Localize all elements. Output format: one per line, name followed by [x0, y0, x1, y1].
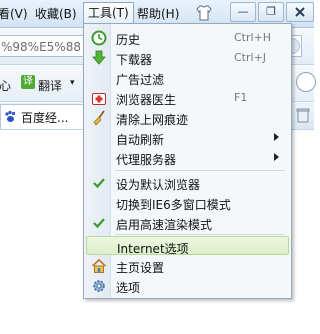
toolbar-round-button[interactable]	[296, 72, 316, 92]
menu-label: 清除上网痕迹	[116, 113, 189, 127]
menu-label: 设为默认浏览器	[116, 178, 201, 192]
menu-label: 历史	[116, 33, 141, 47]
minimize-button[interactable]: —	[230, 2, 256, 22]
menu-item-options[interactable]: 选项	[86, 276, 289, 295]
menu-item-doctor[interactable]: 浏览器医生 F1	[86, 88, 289, 107]
house-icon	[91, 258, 107, 273]
menu-item-fast-render[interactable]: 启用高速渲染模式	[86, 213, 289, 232]
menu-label: 下载器	[116, 53, 153, 67]
menu-shortcut: Ctrl+J	[234, 51, 267, 64]
checkmark-icon	[93, 178, 105, 189]
menu-label: 切换到IE6多窗口模式	[116, 198, 231, 212]
menu-view[interactable]: 看(V)	[0, 6, 28, 22]
menu-item-set-default[interactable]: 设为默认浏览器	[86, 173, 289, 192]
tab-title: 百度经...	[21, 111, 69, 125]
address-text: %98%E5%88	[1, 40, 81, 54]
menu-help[interactable]: 帮助(H)	[137, 6, 179, 22]
gear-icon	[93, 280, 105, 292]
menu-item-clear-history[interactable]: 清除上网痕迹	[86, 108, 289, 127]
trash-icon[interactable]	[294, 106, 312, 124]
download-arrow-icon	[92, 50, 106, 65]
menu-item-history[interactable]: 历史 Ctrl+H	[86, 28, 289, 47]
menu-label: 浏览器医生	[116, 93, 177, 107]
close-icon	[295, 7, 305, 17]
menu-item-downloads[interactable]: 下载器 Ctrl+J	[86, 48, 289, 67]
clock-icon	[91, 30, 107, 46]
menu-tools[interactable]: 工具(T)	[83, 2, 134, 24]
menu-label: 广告过滤	[116, 73, 165, 87]
tshirt-icon[interactable]	[195, 4, 213, 22]
broom-icon	[93, 110, 105, 126]
menu-label: 启用高速渲染模式	[116, 218, 213, 232]
menu-item-adfilter[interactable]: 广告过滤	[86, 68, 289, 87]
menu-label: 主页设置	[116, 261, 165, 275]
baidu-paw-icon	[5, 110, 16, 122]
menu-shortcut: Ctrl+H	[234, 31, 272, 44]
menu-label: 代理服务器	[116, 153, 177, 167]
menu-item-ie6-mode[interactable]: 切换到IE6多窗口模式	[86, 193, 289, 212]
toolbar-fragment-left[interactable]: 心	[0, 77, 11, 94]
menu-item-internet-options[interactable]: Internet选项	[86, 236, 289, 256]
restore-button[interactable]: ❐	[258, 2, 284, 22]
menu-label: 选项	[116, 281, 141, 295]
close-button[interactable]	[286, 2, 314, 22]
menu-favorites[interactable]: 收藏(B)	[35, 6, 77, 22]
translate-icon[interactable]: 译	[21, 75, 35, 89]
menu-item-proxy[interactable]: 代理服务器	[86, 148, 289, 167]
checkmark-icon	[93, 218, 105, 229]
first-aid-icon	[92, 93, 106, 105]
translate-dropdown-icon[interactable]: ▾	[70, 78, 75, 88]
menu-separator	[115, 170, 285, 171]
menu-label: Internet选项	[117, 242, 189, 256]
tools-menu: 历史 Ctrl+H 下载器 Ctrl+J 广告过滤 浏览器医生 F1 清除上网痕…	[83, 23, 292, 299]
menu-label: 自动刷新	[116, 133, 165, 147]
translate-button[interactable]: 翻译	[38, 77, 62, 94]
menu-shortcut: F1	[234, 91, 248, 104]
menu-item-auto-refresh[interactable]: 自动刷新	[86, 128, 289, 147]
submenu-arrow-icon	[274, 153, 279, 161]
menu-separator	[115, 234, 285, 235]
tab-active[interactable]: 百度经...	[0, 104, 84, 129]
submenu-arrow-icon	[274, 133, 279, 141]
menu-item-homepage[interactable]: 主页设置	[86, 256, 289, 275]
